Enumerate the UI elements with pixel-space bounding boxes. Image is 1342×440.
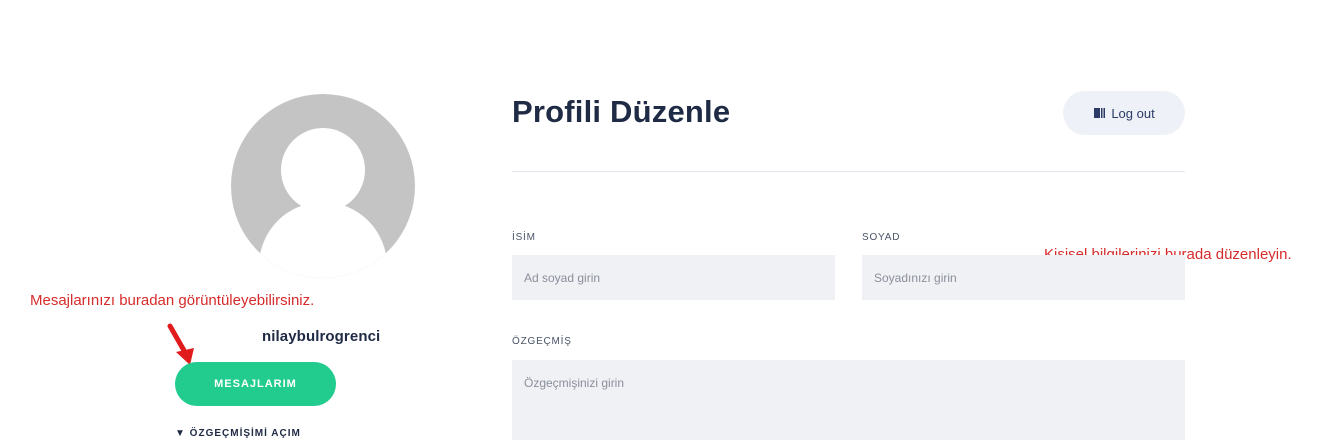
logout-label: Log out — [1111, 105, 1155, 121]
door-exit-icon — [1094, 108, 1106, 118]
messages-hint-annotation: Mesajlarınızı buradan görüntüleyebilirsi… — [30, 292, 315, 309]
profile-avatar — [231, 94, 415, 278]
surname-input[interactable] — [862, 255, 1185, 300]
username: nilaybulrogrenci — [262, 328, 381, 345]
title-divider — [512, 171, 1185, 172]
messages-button[interactable]: MESAJLARIM — [175, 362, 336, 406]
avatar-head-silhouette — [281, 128, 365, 212]
logout-button[interactable]: Log out — [1063, 91, 1185, 135]
name-label: İSİM — [512, 232, 536, 243]
avatar-body-silhouette — [259, 202, 387, 278]
red-arrow-icon — [167, 323, 194, 365]
bio-label: ÖZGEÇMİŞ — [512, 336, 572, 347]
bio-toggle-partial[interactable]: ▼ ÖZGEÇMİŞİMİ AÇIM — [175, 428, 301, 439]
surname-label: SOYAD — [862, 232, 901, 243]
bio-textarea[interactable] — [512, 360, 1185, 440]
name-input[interactable] — [512, 255, 835, 300]
page-title: Profili Düzenle — [512, 94, 731, 129]
